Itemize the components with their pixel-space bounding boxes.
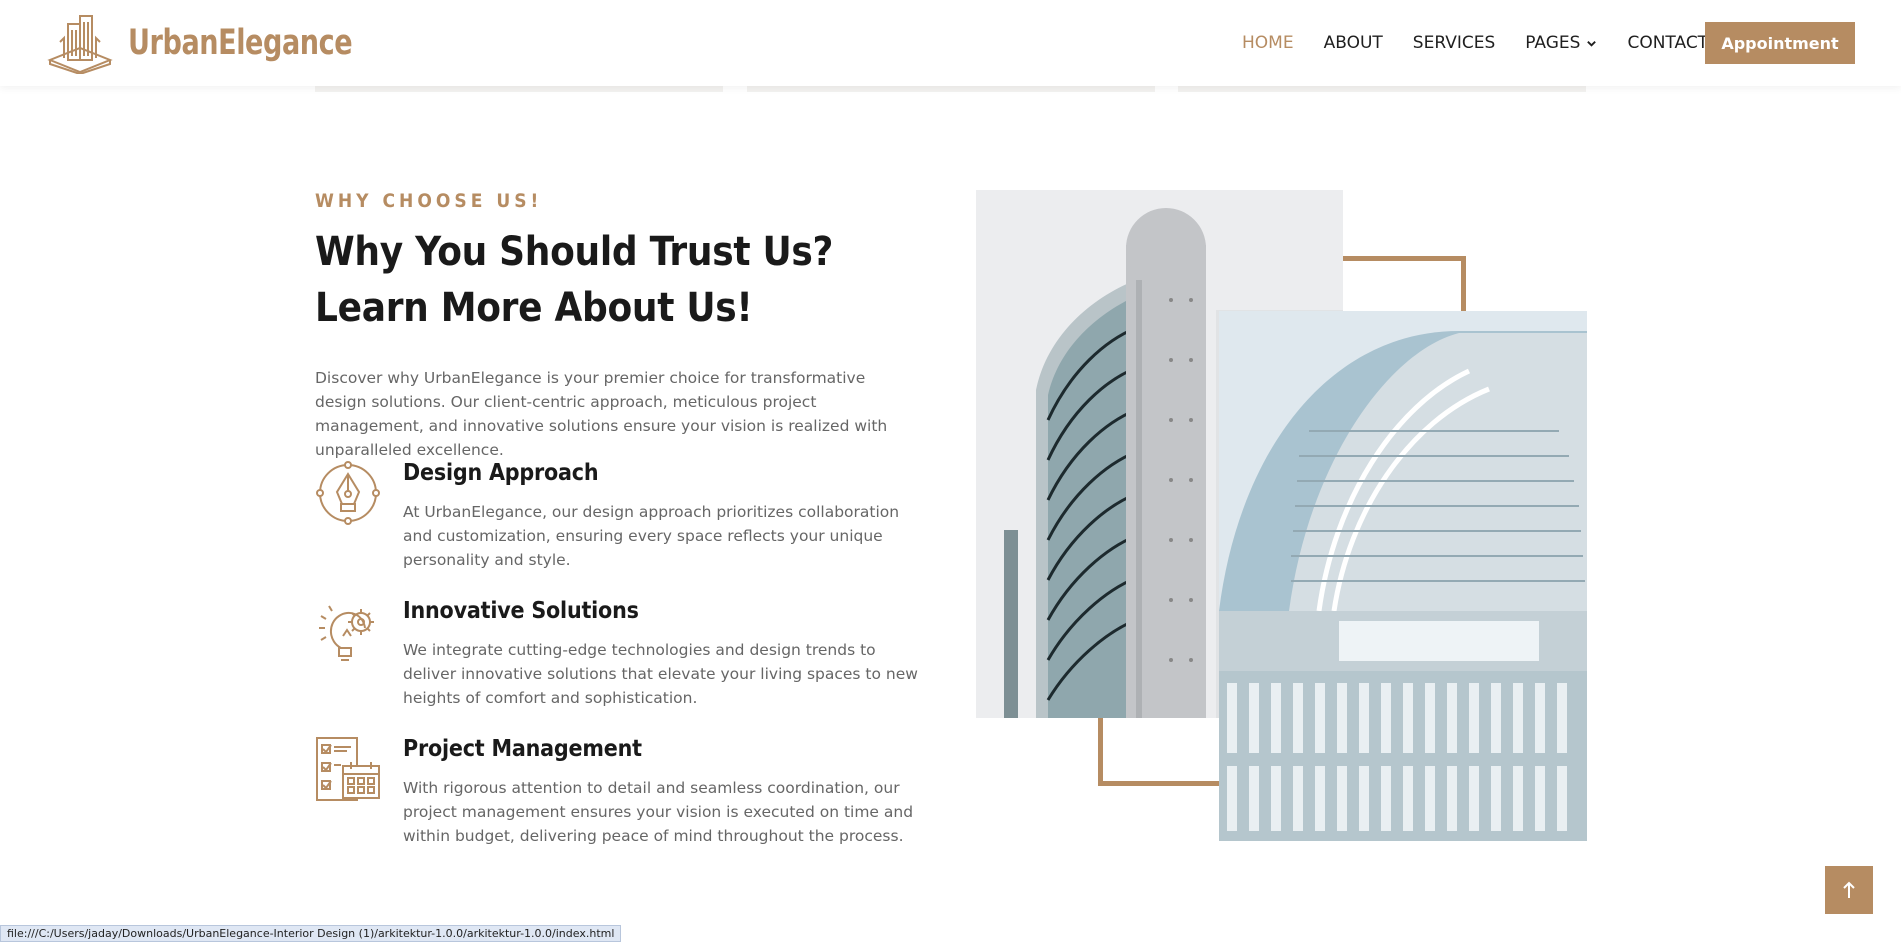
feature-description: We integrate cutting-edge technologies a…: [403, 641, 918, 707]
building-logo-icon: [47, 15, 113, 74]
feature-title: Design Approach: [403, 460, 599, 486]
lightbulb-gear-icon: [319, 605, 374, 661]
site-header: UrbanElegance HOME ABOUT SERVICES PAGES …: [0, 0, 1901, 86]
nav-pages[interactable]: PAGES: [1525, 33, 1597, 53]
arrow-up-icon: [1843, 881, 1855, 898]
arch-illustration: [1219, 311, 1587, 841]
feature-description: At UrbanElegance, our design approach pr…: [403, 503, 900, 569]
scroll-to-top-button[interactable]: [1825, 866, 1873, 914]
feature-description: With rigorous attention to detail and se…: [403, 779, 914, 845]
checklist-calendar-icon: [316, 737, 380, 801]
feature-innovative-solutions: Innovative Solutions We integrate cuttin…: [315, 598, 925, 718]
nav-home[interactable]: HOME: [1242, 33, 1294, 53]
section-title: Why You Should Trust Us? Learn More Abou…: [315, 229, 834, 331]
nav-about[interactable]: ABOUT: [1324, 33, 1383, 53]
feature-title: Innovative Solutions: [403, 598, 639, 624]
card-edge: [1178, 86, 1586, 92]
feature-design-approach: Design Approach At UrbanElegance, our de…: [315, 460, 925, 580]
nav-contact[interactable]: CONTACT: [1627, 33, 1708, 53]
browser-status-url: file:///C:/Users/jaday/Downloads/UrbanEl…: [0, 925, 622, 942]
feature-title: Project Management: [403, 736, 642, 762]
appointment-button[interactable]: Appointment: [1705, 22, 1855, 64]
brand-logo[interactable]: UrbanElegance: [46, 12, 389, 74]
pen-nib-icon: [316, 461, 380, 525]
arched-building-image: [1219, 311, 1587, 841]
feature-project-management: Project Management With rigorous attenti…: [315, 736, 925, 856]
nav-services[interactable]: SERVICES: [1413, 33, 1495, 53]
section-intro: Discover why UrbanElegance is your premi…: [315, 369, 888, 459]
nav-pages-label: PAGES: [1525, 33, 1581, 53]
section-eyebrow: WHY CHOOSE US!: [315, 190, 543, 212]
card-edge: [747, 86, 1155, 92]
card-edge: [315, 86, 723, 92]
brand-name: UrbanElegance: [128, 23, 353, 63]
chevron-down-icon: [1587, 40, 1597, 47]
main-nav: HOME ABOUT SERVICES PAGES CONTACT: [1242, 0, 1738, 86]
